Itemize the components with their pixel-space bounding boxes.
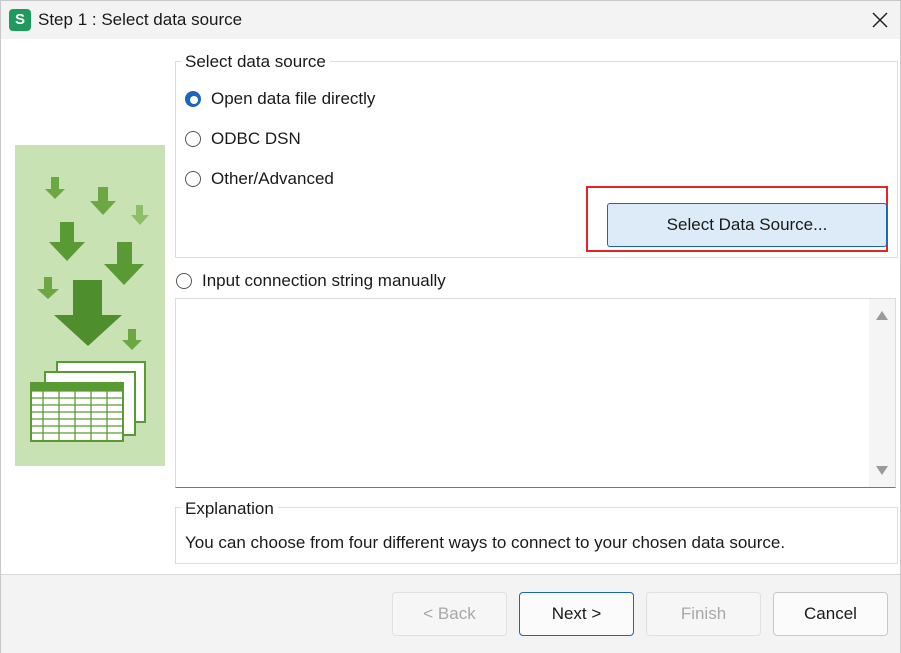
radio-connection-string[interactable]: Input connection string manually	[176, 271, 446, 291]
radio-other-advanced-indicator[interactable]	[185, 171, 201, 187]
select-source-group-label: Select data source	[181, 52, 330, 72]
radio-odbc-dsn-indicator[interactable]	[185, 131, 201, 147]
textarea-scrollbar[interactable]	[869, 299, 895, 487]
explanation-text: You can choose from four different ways …	[185, 533, 786, 552]
app-icon: S	[9, 9, 31, 31]
window-title: Step 1 : Select data source	[38, 10, 243, 29]
dialog-window: S Step 1 : Select data source Select dat…	[0, 0, 901, 653]
radio-connection-string-label: Input connection string manually	[202, 271, 446, 290]
radio-open-data-file[interactable]: Open data file directly	[185, 89, 375, 109]
radio-odbc-dsn-label: ODBC DSN	[211, 129, 301, 148]
cancel-button[interactable]: Cancel	[773, 592, 888, 636]
back-button[interactable]: < Back	[392, 592, 507, 636]
explanation-group-label: Explanation	[181, 499, 278, 519]
scroll-up-icon[interactable]	[876, 311, 888, 320]
radio-other-advanced[interactable]: Other/Advanced	[185, 169, 334, 189]
radio-connection-string-indicator[interactable]	[176, 273, 192, 289]
radio-odbc-dsn[interactable]: ODBC DSN	[185, 129, 301, 149]
radio-open-data-file-label: Open data file directly	[211, 89, 376, 108]
select-data-source-button[interactable]: Select Data Source...	[607, 203, 887, 247]
close-button[interactable]	[866, 6, 894, 34]
data-import-illustration	[15, 145, 165, 466]
title-bar: S Step 1 : Select data source	[1, 1, 900, 39]
radio-open-data-file-indicator[interactable]	[185, 91, 201, 107]
next-button[interactable]: Next >	[519, 592, 634, 636]
scroll-down-icon[interactable]	[876, 466, 888, 475]
close-icon	[872, 12, 888, 28]
radio-other-advanced-label: Other/Advanced	[211, 169, 334, 188]
connection-string-textarea[interactable]	[175, 298, 896, 488]
finish-button[interactable]: Finish	[646, 592, 761, 636]
footer-bar: < Back Next > Finish Cancel	[1, 574, 900, 653]
arrows-table-graphic	[30, 177, 149, 442]
